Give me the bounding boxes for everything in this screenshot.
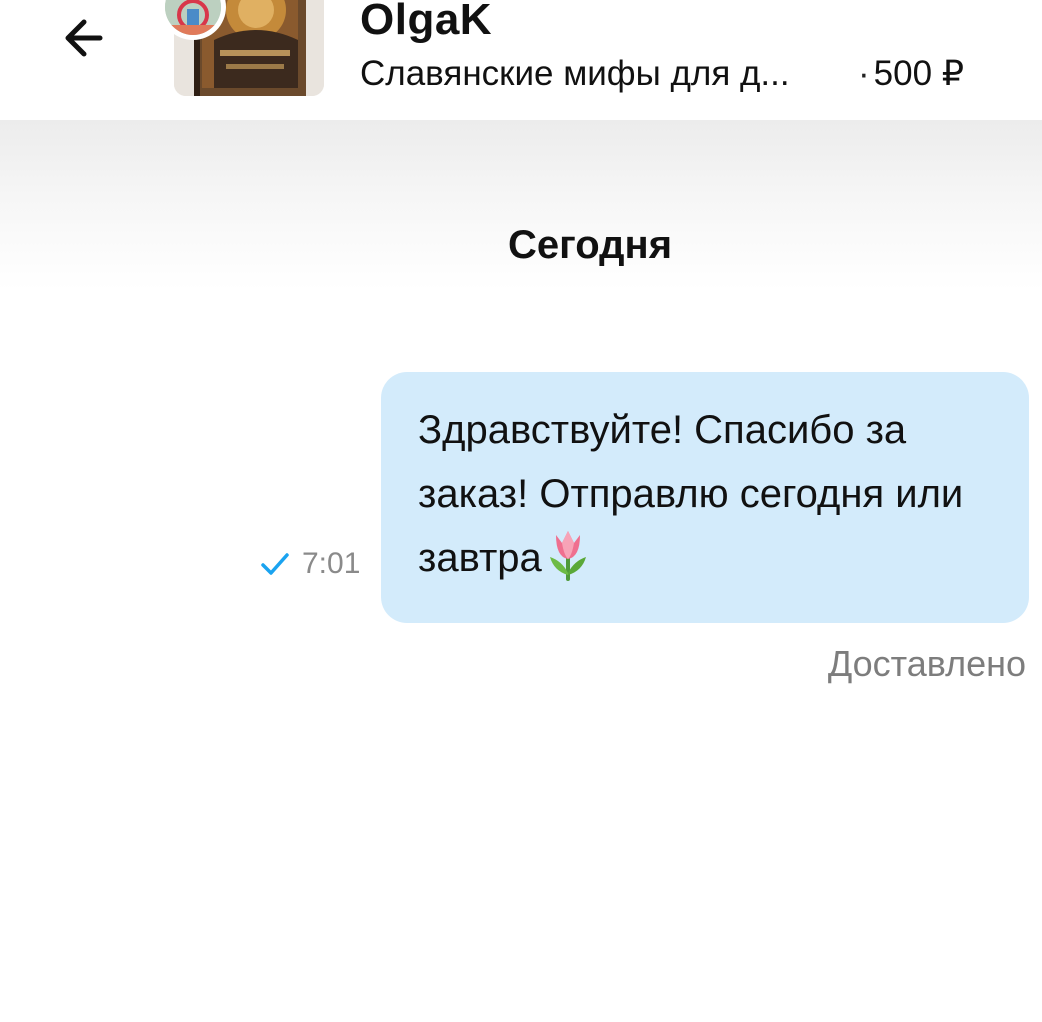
date-label: Сегодня [507, 223, 673, 267]
message-list[interactable]: Сегодня 7:01 Здравствуйте! Спасибо за за… [0, 120, 1042, 1022]
date-divider: Сегодня [0, 120, 1042, 290]
delivery-status: Доставлено [827, 643, 1026, 684]
seller-name[interactable]: OlgaK [360, 0, 492, 46]
product-info[interactable]: Славянские мифы для д... · 500 ₽ [360, 52, 964, 96]
product-title: Славянские мифы для д... [360, 54, 790, 93]
message-text: Здравствуйте! Спасибо за заказ! Отправлю… [418, 408, 964, 580]
chat-header: OlgaK Славянские мифы для д... · 500 ₽ [0, 0, 1042, 120]
message-bubble-outgoing[interactable]: Здравствуйте! Спасибо за заказ! Отправлю… [381, 372, 1029, 623]
message-meta: 7:01 [258, 544, 360, 584]
check-icon [258, 549, 292, 579]
message-time: 7:01 [302, 547, 361, 580]
arrow-left-icon [65, 19, 103, 57]
chat-screen: OlgaK Славянские мифы для д... · 500 ₽ С… [0, 0, 1042, 1022]
product-price: 500 ₽ [873, 54, 965, 93]
tulip-icon [544, 527, 592, 581]
price-separator: · [858, 54, 870, 93]
back-button[interactable] [52, 6, 116, 70]
